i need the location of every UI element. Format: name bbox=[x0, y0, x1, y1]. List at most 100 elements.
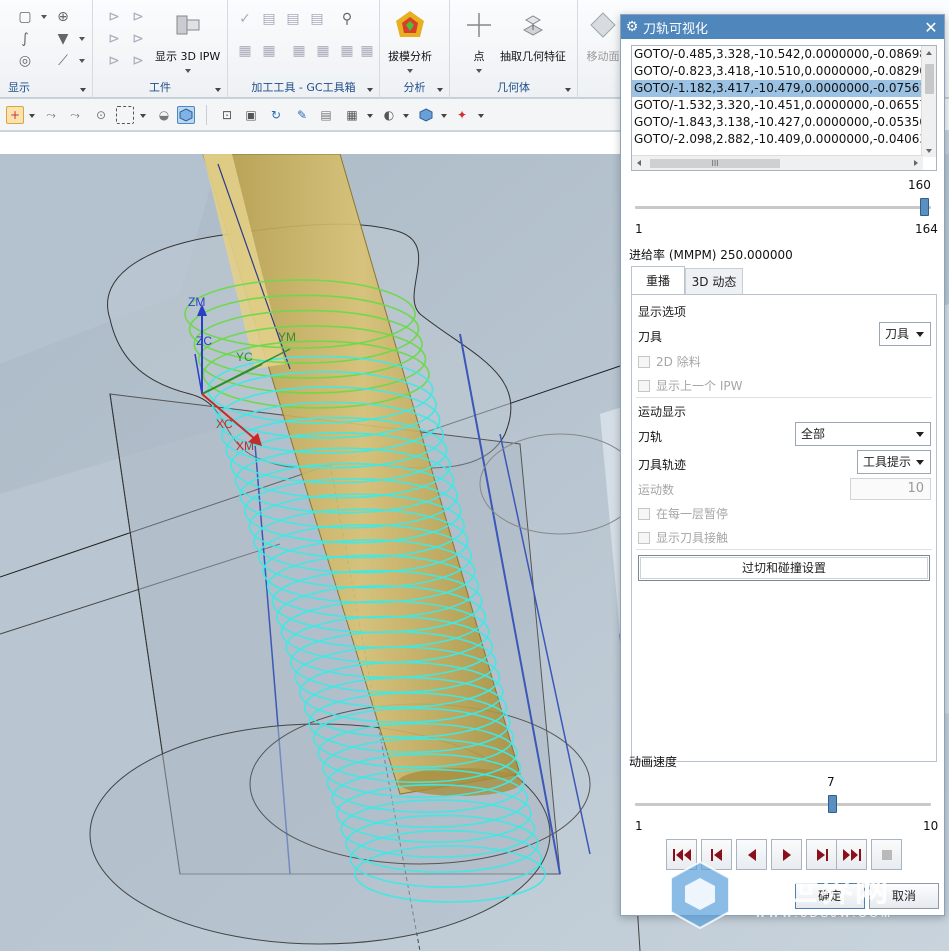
snap-icon[interactable]: ⊕ bbox=[54, 8, 72, 26]
fast-forward-to-end-button[interactable] bbox=[836, 839, 867, 870]
workpiece-flag-icon-2[interactable]: ⊳ bbox=[129, 8, 147, 26]
goto-vertical-scrollbar[interactable] bbox=[921, 46, 936, 157]
stop-button[interactable] bbox=[871, 839, 902, 870]
play-button[interactable] bbox=[771, 839, 802, 870]
show-3d-ipw-button[interactable]: 显示 3D IPW bbox=[155, 8, 220, 73]
close-icon[interactable]: ✕ bbox=[918, 18, 944, 37]
goto-row[interactable]: GOTO/-0.823,3.418,-10.510,0.0000000,-0.0… bbox=[632, 63, 922, 80]
workpiece-flag-icon-1[interactable]: ⊳ bbox=[105, 8, 123, 26]
group-analysis-more[interactable] bbox=[437, 88, 443, 92]
scroll-down-icon[interactable] bbox=[926, 149, 932, 153]
tool-display-dropdown[interactable]: 刀具 bbox=[879, 322, 931, 346]
play-reverse-button[interactable] bbox=[736, 839, 767, 870]
draft-analysis-dropdown[interactable] bbox=[407, 69, 413, 73]
workpiece-flag-icon-6[interactable]: ⊳ bbox=[129, 52, 147, 70]
select-point-icon[interactable]: ⊙ bbox=[92, 106, 110, 124]
render-icon[interactable]: ◐ bbox=[380, 106, 398, 124]
ok-button[interactable]: 确定 bbox=[795, 883, 865, 909]
scroll-thumb[interactable] bbox=[925, 64, 934, 94]
curve-icon[interactable]: ∫ bbox=[16, 30, 34, 48]
cancel-button[interactable]: 取消 bbox=[869, 883, 939, 909]
tab-3d-dynamic[interactable]: 3D 动态 bbox=[685, 268, 743, 294]
goto-row[interactable]: GOTO/-1.532,3.320,-10.451,0.0000000,-0.0… bbox=[632, 97, 922, 114]
shaded-mode-icon[interactable]: ◒ bbox=[155, 106, 173, 124]
orient-cube-icon[interactable] bbox=[417, 106, 435, 124]
group-display-more[interactable] bbox=[80, 88, 86, 92]
show-tool-contact-checkbox[interactable]: 显示刀具接触 bbox=[638, 529, 728, 546]
tool-list-icon-2[interactable]: ▦ bbox=[260, 42, 278, 60]
ipw-dropdown[interactable] bbox=[184, 69, 191, 73]
hscroll-thumb[interactable]: III bbox=[650, 159, 780, 168]
scroll-left-icon[interactable] bbox=[637, 160, 641, 166]
zoom-window-icon[interactable]: ▣ bbox=[242, 106, 260, 124]
rotate-icon[interactable]: ↻ bbox=[267, 106, 285, 124]
goto-row[interactable]: GOTO/-1.843,3.138,-10.427,0.0000000,-0.0… bbox=[632, 114, 922, 131]
draft-analysis-button[interactable]: 拔模分析 bbox=[388, 8, 432, 73]
display-style-icon[interactable]: ▦ bbox=[343, 106, 361, 124]
filter-dropdown[interactable] bbox=[29, 114, 35, 118]
display-style-dropdown[interactable] bbox=[367, 114, 373, 118]
goto-horizontal-scrollbar[interactable]: III bbox=[632, 155, 923, 170]
workpiece-flag-icon-5[interactable]: ⊳ bbox=[105, 52, 123, 70]
line-icon[interactable]: ⟋ bbox=[54, 52, 72, 70]
tool-pin-icon[interactable]: ⚲ bbox=[338, 10, 356, 28]
tool-list-icon-4[interactable]: ▦ bbox=[314, 42, 332, 60]
motions-field[interactable]: 10 bbox=[850, 478, 931, 500]
filter-icon[interactable]: + bbox=[6, 106, 24, 124]
position-slider-track[interactable] bbox=[635, 206, 931, 209]
remove-2d-checkbox[interactable]: 2D 除料 bbox=[638, 353, 701, 370]
animation-speed-track[interactable] bbox=[635, 803, 931, 806]
workpiece-flag-icon-3[interactable]: ⊳ bbox=[105, 30, 123, 48]
goto-row[interactable]: GOTO/-1.182,3.417,-10.479,0.0000000,-0.0… bbox=[632, 80, 922, 97]
snap-filter-icon[interactable]: ✦ bbox=[453, 106, 471, 124]
rewind-to-start-button[interactable] bbox=[666, 839, 697, 870]
dialog-title-bar[interactable]: ⚙ 刀轨可视化 ✕ bbox=[621, 15, 944, 39]
goto-list[interactable]: GOTO/-0.485,3.328,-10.542,0.0000000,-0.0… bbox=[631, 45, 937, 171]
tool-check-icon[interactable]: ✓ bbox=[236, 10, 254, 28]
move-face-button[interactable]: 移动面 bbox=[586, 8, 620, 64]
point-button[interactable]: 点 bbox=[462, 8, 496, 73]
box-select-icon[interactable] bbox=[116, 106, 134, 124]
tool-list-icon-3[interactable]: ▦ bbox=[290, 42, 308, 60]
scroll-up-icon[interactable] bbox=[926, 51, 932, 55]
box-select-dropdown[interactable] bbox=[140, 114, 146, 118]
render-dropdown[interactable] bbox=[403, 114, 409, 118]
group-machining-tools-more[interactable] bbox=[367, 88, 373, 92]
tool-list-icon-5[interactable]: ▦ bbox=[338, 42, 356, 60]
step-forward-button[interactable] bbox=[806, 839, 837, 870]
tool-doc-icon-1[interactable]: ▤ bbox=[260, 10, 278, 28]
path-dropdown[interactable]: 全部 bbox=[795, 422, 931, 446]
snap-filter-dropdown[interactable] bbox=[478, 114, 484, 118]
tool-doc-icon-3[interactable]: ▤ bbox=[308, 10, 326, 28]
select-path-icon[interactable]: ⤳ bbox=[42, 106, 60, 124]
funnel-dropdown[interactable] bbox=[79, 37, 85, 41]
zoom-fit-icon[interactable]: ⊡ bbox=[218, 106, 236, 124]
funnel-icon[interactable]: ▼ bbox=[54, 30, 72, 48]
orient-dropdown[interactable] bbox=[441, 114, 447, 118]
show-prev-ipw-checkbox[interactable]: 显示上一个 IPW bbox=[638, 377, 742, 394]
layer-icon[interactable]: ▤ bbox=[317, 106, 335, 124]
tab-replay[interactable]: 重播 bbox=[631, 266, 685, 294]
cube-view-icon[interactable] bbox=[177, 106, 195, 124]
display-mode-dropdown[interactable] bbox=[41, 15, 47, 19]
scroll-right-icon[interactable] bbox=[914, 160, 918, 166]
group-geometry-more[interactable] bbox=[565, 88, 571, 92]
trace-dropdown[interactable]: 工具提示 bbox=[857, 450, 931, 474]
extract-geometry-button[interactable]: 抽取几何特征 bbox=[500, 8, 566, 64]
goto-row[interactable]: GOTO/-2.098,2.882,-10.409,0.0000000,-0.0… bbox=[632, 131, 922, 148]
select-path-icon-2[interactable]: ⤳ bbox=[66, 106, 84, 124]
step-back-button[interactable] bbox=[701, 839, 732, 870]
gouge-check-settings-button[interactable]: 过切和碰撞设置 bbox=[638, 555, 930, 581]
pause-each-layer-checkbox[interactable]: 在每一层暂停 bbox=[638, 505, 728, 522]
group-workpiece-more[interactable] bbox=[215, 88, 221, 92]
workpiece-flag-icon-4[interactable]: ⊳ bbox=[129, 30, 147, 48]
position-slider-thumb[interactable] bbox=[919, 198, 929, 216]
display-mode-icon[interactable]: ▢ bbox=[16, 8, 34, 26]
pan-icon[interactable]: ✎ bbox=[293, 106, 311, 124]
point-target-icon[interactable]: ◎ bbox=[16, 52, 34, 70]
tool-doc-icon-2[interactable]: ▤ bbox=[284, 10, 302, 28]
tool-list-icon-1[interactable]: ▦ bbox=[236, 42, 254, 60]
goto-row[interactable]: GOTO/-0.485,3.328,-10.542,0.0000000,-0.0… bbox=[632, 46, 922, 63]
tool-list-icon-6[interactable]: ▦ bbox=[358, 42, 376, 60]
line-dropdown[interactable] bbox=[79, 59, 85, 63]
